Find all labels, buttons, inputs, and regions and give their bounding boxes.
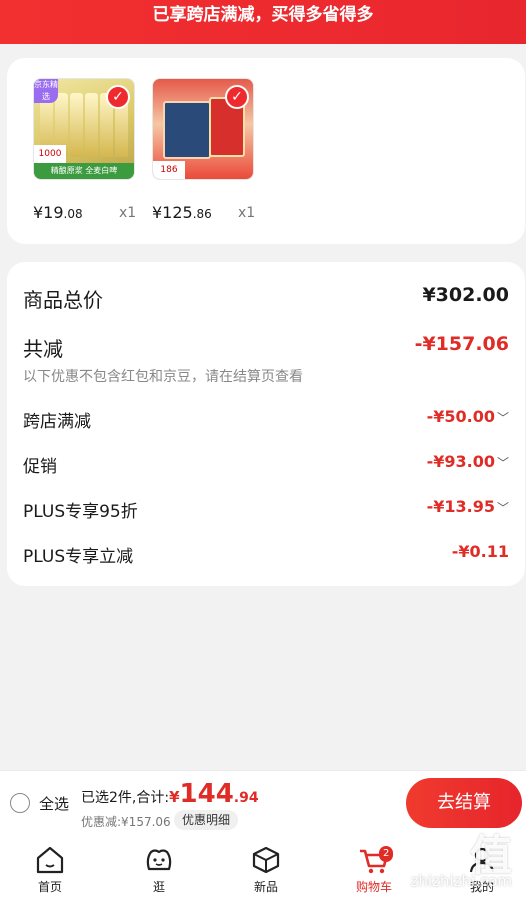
cube-icon [231,844,301,876]
discount-note: 以下优惠不包含红包和京豆，请在结算页查看 [23,369,303,385]
discount-total: 优惠减:¥157.06 [81,815,171,829]
total-row: 商品总价 ¥302.00 [23,284,509,312]
product-item[interactable]: 京东精选 ✓ 精酿原浆 全麦白啤 1000 [33,78,135,180]
product-item[interactable]: ✓ 186 [152,78,254,180]
chevron-down-icon: ﹀ [496,456,509,470]
total-label: 商品总价 [23,288,103,312]
price-summary-card: 商品总价 ¥302.00 共减 -¥157.06 以下优惠不包含红包和京豆，请在… [7,262,525,586]
discount-value[interactable]: -¥93.00 ﹀ [427,452,509,471]
product-price: ¥19.08 [33,203,83,222]
discount-row[interactable]: PLUS专享95折 -¥13.95 ﹀ [23,497,509,522]
tab-label: 逛 [152,880,165,894]
tab-browse[interactable]: 逛 [124,844,194,895]
tab-cart[interactable]: 2 购物车 [339,844,409,895]
select-all-radio[interactable] [10,793,30,813]
discount-label: PLUS专享立减 [23,547,134,567]
selected-check-icon[interactable]: ✓ [225,85,249,109]
discount-row[interactable]: 促销 -¥93.00 ﹀ [23,452,509,477]
checkout-button[interactable]: 去结算 [406,778,522,828]
person-icon [447,844,517,876]
product-image[interactable]: ✓ 186 [152,78,254,180]
reduce-value: -¥157.06 [414,333,509,355]
tab-label: 我的 [469,880,494,894]
product-image[interactable]: 京东精选 ✓ 精酿原浆 全麦白啤 1000 [33,78,135,180]
selected-products-card: 京东精选 ✓ 精酿原浆 全麦白啤 1000 ¥19.08 x1 ✓ 186 ¥1… [7,58,525,244]
selected-total: 已选2件,合计:¥144.94 [81,779,259,809]
cart-icon [339,844,409,876]
select-all-label[interactable]: 全选 [39,793,69,814]
discount-row: PLUS专享立减 -¥0.11 [23,542,509,567]
tab-mine[interactable]: 我的 [447,844,517,895]
discount-value: -¥0.11 [451,542,509,561]
product-quantity: x1 [119,205,137,221]
discount-label: 促销 [23,457,57,477]
tab-new[interactable]: 新品 [231,844,301,895]
home-icon [15,844,85,876]
total-value: ¥302.00 [422,284,509,306]
gift-box-graphic [163,101,211,159]
discount-value[interactable]: -¥13.95 ﹀ [427,497,509,516]
discount-value[interactable]: -¥50.00 ﹀ [427,407,509,426]
cart-count-badge: 2 [379,846,394,862]
discount-row[interactable]: 跨店满减 -¥50.00 ﹀ [23,407,509,432]
chevron-down-icon: ﹀ [496,411,509,425]
tab-label: 首页 [37,880,62,894]
selected-check-icon[interactable]: ✓ [106,85,130,109]
product-strip: 精酿原浆 全麦白啤 [34,163,134,179]
discount-label: PLUS专享95折 [23,502,138,522]
reduce-label: 共减 [23,337,63,361]
featured-badge: 京东精选 [34,79,58,103]
chevron-down-icon: ﹀ [496,501,509,515]
product-quantity: x1 [238,205,256,221]
tab-home[interactable]: 首页 [15,844,85,895]
product-price: ¥125.86 [152,203,212,222]
tab-label: 购物车 [355,880,392,894]
product-tag-number: 1000 [34,145,66,163]
product-tag-number: 186 [153,161,185,179]
discount-detail-button[interactable]: 优惠明细 [174,810,239,830]
checkout-bar: 全选 已选2件,合计:¥144.94 优惠减:¥157.06 优惠明细 去结算 [0,770,526,836]
discount-label: 跨店满减 [23,412,91,432]
reduce-row: 共减 -¥157.06 [23,333,509,361]
bottom-tab-bar: 首页 逛 新品 2 购物车 我的 [0,836,526,903]
face-icon [124,844,194,876]
tab-label: 新品 [253,880,278,894]
promo-banner: 已享跨店满减，买得多省得多 [0,0,526,44]
